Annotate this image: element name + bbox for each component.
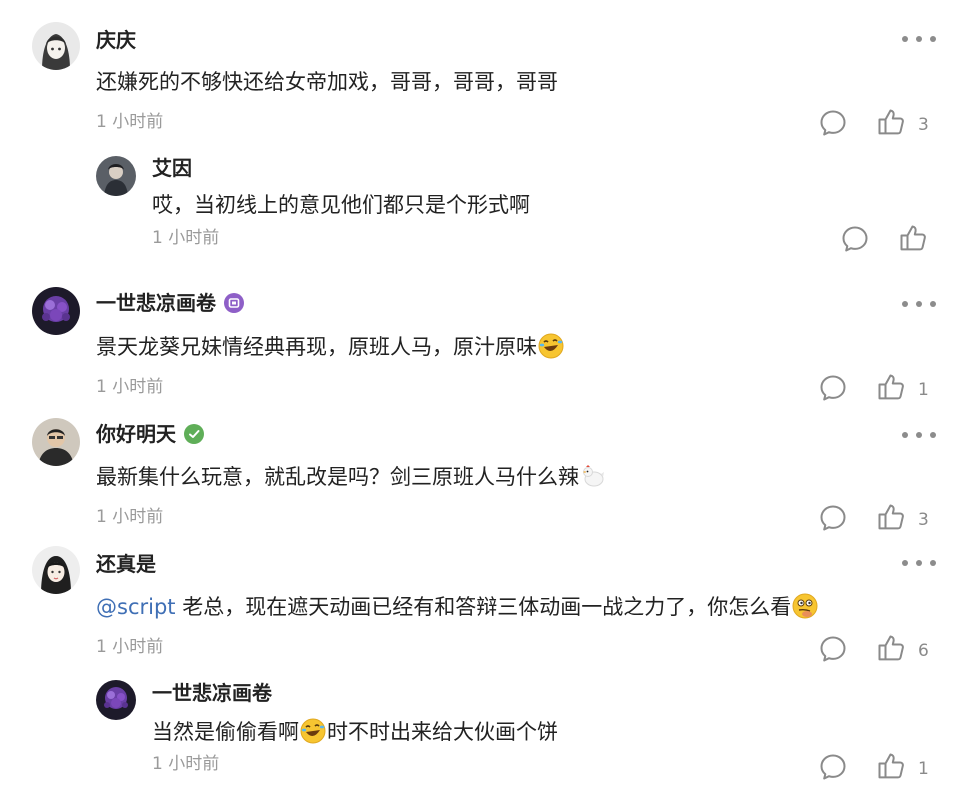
purple-flower-avatar-icon xyxy=(32,287,80,335)
vip-badge-icon xyxy=(224,293,244,313)
comment-author[interactable]: 庆庆 xyxy=(96,28,136,52)
mention-link[interactable]: @script xyxy=(96,595,176,619)
reply-icon[interactable] xyxy=(818,634,848,664)
reply-icon[interactable] xyxy=(818,503,848,533)
avatar[interactable] xyxy=(32,287,80,335)
more-options-icon[interactable] xyxy=(902,430,936,440)
more-options-icon[interactable] xyxy=(902,34,936,44)
more-options-icon[interactable] xyxy=(902,558,936,568)
author-name: 你好明天 xyxy=(96,422,176,446)
like-count: 3 xyxy=(918,115,929,135)
comment-text-content: 老总，现在遮天动画已经有和答辩三体动画一战之力了，你怎么看 xyxy=(175,595,792,619)
comment-time: 1 小时前 xyxy=(96,377,164,397)
avatar[interactable] xyxy=(96,680,136,720)
like-count: 1 xyxy=(918,759,929,779)
comment-text: 当然是偷偷看啊 时不时出来给大伙画个饼 xyxy=(152,717,558,746)
character-avatar-icon xyxy=(96,156,136,196)
like-count: 3 xyxy=(918,510,929,530)
purple-flower-avatar-icon xyxy=(96,680,136,720)
comment-author[interactable]: 还真是 xyxy=(96,552,156,576)
comment-text-content: 时不时出来给大伙画个饼 xyxy=(327,720,558,744)
comment-author[interactable]: 一世悲凉画卷 xyxy=(152,681,272,705)
avatar[interactable] xyxy=(32,22,80,70)
like-count: 1 xyxy=(918,380,929,400)
more-options-icon[interactable] xyxy=(902,299,936,309)
avatar[interactable] xyxy=(32,418,80,466)
avatar[interactable] xyxy=(96,156,136,196)
reply-item: 一世悲凉画卷 当然是偷偷看啊 时不时出来给大伙画个饼 1 小时前 1 xyxy=(0,668,960,789)
comment-text-content: 最新集什么玩意，就乱改是吗？剑三原班人马什么辣 xyxy=(96,465,579,489)
author-name: 一世悲凉画卷 xyxy=(96,291,216,315)
rofl-emoji-icon xyxy=(300,718,326,744)
comment-item: 你好明天 最新集什么玩意，就乱改是吗？剑三原班人马什么辣 1 小时前 3 xyxy=(0,400,960,532)
comment-time: 1 小时前 xyxy=(96,507,164,527)
comment-item: 一世悲凉画卷 景天龙葵兄妹情经典再现，原班人马，原汁原味 1 小时前 1 xyxy=(0,265,960,403)
comment-item: 庆庆 还嫌死的不够快还给女帝加戏，哥哥，哥哥，哥哥 1 小时前 3 xyxy=(0,0,960,150)
anime-girl-avatar-icon xyxy=(32,22,80,70)
comment-time: 1 小时前 xyxy=(152,228,220,248)
comment-time: 1 小时前 xyxy=(96,112,164,132)
verified-badge-icon xyxy=(184,424,204,444)
girl-avatar-icon xyxy=(32,546,80,594)
like-icon[interactable] xyxy=(876,502,906,532)
comment-text: 还嫌死的不够快还给女帝加戏，哥哥，哥哥，哥哥 xyxy=(96,70,558,94)
reply-icon[interactable] xyxy=(818,373,848,403)
thinking-emoji-icon xyxy=(792,593,818,619)
like-icon[interactable] xyxy=(898,223,928,253)
comment-text: 最新集什么玩意，就乱改是吗？剑三原班人马什么辣 xyxy=(96,462,607,491)
avatar[interactable] xyxy=(32,546,80,594)
comment-text: 哎，当初线上的意见他们都只是个形式啊 xyxy=(152,193,530,217)
comment-author[interactable]: 一世悲凉画卷 xyxy=(96,291,244,315)
reply-icon[interactable] xyxy=(818,752,848,782)
comment-time: 1 小时前 xyxy=(152,754,220,774)
comment-text: 景天龙葵兄妹情经典再现，原班人马，原汁原味 xyxy=(96,332,565,361)
comment-item: 还真是 @script 老总，现在遮天动画已经有和答辩三体动画一战之力了，你怎么… xyxy=(0,532,960,668)
comment-text-content: 景天龙葵兄妹情经典再现，原班人马，原汁原味 xyxy=(96,335,537,359)
like-icon[interactable] xyxy=(876,107,906,137)
chicken-emoji-icon xyxy=(583,465,604,487)
comment-time: 1 小时前 xyxy=(96,637,164,657)
reply-item: 艾因 哎，当初线上的意见他们都只是个形式啊 1 小时前 xyxy=(0,150,960,265)
like-icon[interactable] xyxy=(876,633,906,663)
comment-text: @script 老总，现在遮天动画已经有和答辩三体动画一战之力了，你怎么看 xyxy=(96,592,819,621)
comment-text-content: 当然是偷偷看啊 xyxy=(152,720,299,744)
reply-icon[interactable] xyxy=(840,224,870,254)
reply-icon[interactable] xyxy=(818,108,848,138)
comment-author[interactable]: 你好明天 xyxy=(96,422,204,446)
like-icon[interactable] xyxy=(876,751,906,781)
like-icon[interactable] xyxy=(876,372,906,402)
rofl-emoji-icon xyxy=(538,333,564,359)
like-count: 6 xyxy=(918,641,929,661)
comment-author[interactable]: 艾因 xyxy=(152,156,192,180)
man-avatar-icon xyxy=(32,418,80,466)
